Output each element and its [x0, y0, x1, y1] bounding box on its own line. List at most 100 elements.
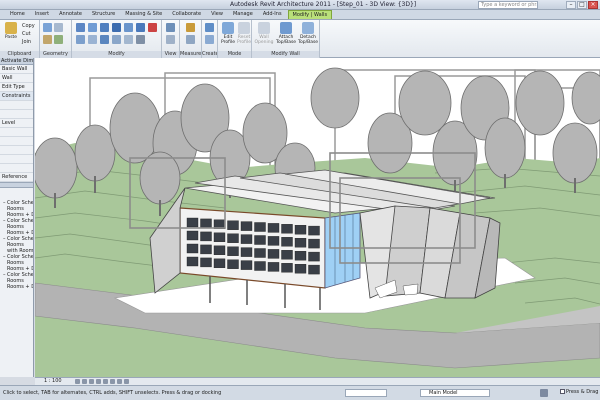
press-drag-checkbox[interactable]	[560, 389, 565, 394]
cut-geometry-icon[interactable]	[54, 23, 63, 32]
facade-window	[227, 259, 239, 269]
rotate-icon[interactable]	[136, 23, 145, 32]
tab-annotate[interactable]: Annotate	[55, 10, 86, 19]
view-control-bar: 1 : 100	[35, 377, 600, 385]
copy-button[interactable]: Copy	[22, 23, 35, 29]
trim-icon[interactable]	[76, 35, 85, 44]
view-panel-label: View	[162, 51, 179, 58]
modify-panel-label: Modify	[72, 51, 161, 58]
design-option-selector[interactable]: Main Model	[420, 389, 490, 397]
prop-row[interactable]	[0, 101, 33, 110]
facade-window	[200, 257, 212, 268]
facade-window	[227, 220, 239, 230]
close-icon[interactable]: ×	[588, 1, 598, 9]
facade-window	[294, 263, 307, 274]
measure-panel: Measure	[180, 20, 202, 58]
type-selector[interactable]: Basic Wall	[0, 65, 33, 74]
tab-home[interactable]: Home	[6, 10, 29, 19]
tab-massing-site[interactable]: Massing & Site	[121, 10, 166, 19]
join-geometry-icon[interactable]	[43, 35, 52, 44]
attach-icon	[280, 22, 292, 34]
reference-row[interactable]: Reference	[0, 173, 33, 182]
crop-view-icon[interactable]	[103, 379, 108, 384]
dimension-icon[interactable]	[186, 35, 195, 44]
shadows-icon[interactable]	[96, 379, 101, 384]
temporary-hide-icon[interactable]	[117, 379, 122, 384]
level-row[interactable]: Level	[0, 119, 33, 128]
tab-insert[interactable]: Insert	[31, 10, 53, 19]
hide-icon[interactable]	[166, 23, 175, 32]
view-panel: View	[162, 20, 180, 58]
join-button[interactable]: Join	[22, 39, 31, 45]
facade-window	[227, 246, 239, 256]
prop-row[interactable]	[0, 110, 33, 119]
split-icon[interactable]	[88, 35, 97, 44]
tab-collaborate[interactable]: Collaborate	[168, 10, 205, 19]
modify-wall-panel-label: Modify Wall	[252, 51, 319, 58]
paste-button[interactable]: Paste	[2, 22, 20, 50]
prop-row[interactable]	[0, 155, 33, 164]
attach-top-base-button[interactable]: Attach Top/Base	[276, 22, 296, 50]
clipboard-panel-label: Clipboard	[0, 51, 39, 58]
facade-window	[281, 263, 293, 273]
detach-top-base-button[interactable]: Detach Top/Base	[298, 22, 318, 50]
mirror-icon[interactable]	[100, 23, 109, 32]
paste-icon	[5, 22, 17, 34]
delete-icon[interactable]	[148, 23, 157, 32]
tab-manage[interactable]: Manage	[229, 10, 257, 19]
move-icon[interactable]	[112, 23, 121, 32]
prop-row[interactable]	[0, 128, 33, 137]
show-crop-icon[interactable]	[110, 379, 115, 384]
align-icon[interactable]	[76, 23, 85, 32]
edit-type-button[interactable]: Edit Type	[0, 83, 33, 92]
facade-window	[227, 233, 239, 243]
3d-viewport[interactable]	[35, 58, 600, 385]
wall-opening-button[interactable]: Wall Opening	[254, 22, 274, 50]
cope-icon[interactable]	[43, 23, 52, 32]
create-similar-icon[interactable]	[205, 23, 214, 32]
view-scale[interactable]: 1 : 100	[44, 378, 62, 385]
constraints-header[interactable]: Constraints	[0, 92, 33, 101]
create-group-icon[interactable]	[205, 35, 214, 44]
unpin-icon[interactable]	[136, 35, 145, 44]
array-icon[interactable]	[100, 35, 109, 44]
measure-icon[interactable]	[186, 23, 195, 32]
override-icon[interactable]	[166, 35, 175, 44]
tab-add-ins[interactable]: Add-Ins	[259, 10, 286, 19]
facade-window	[200, 244, 212, 255]
search-input[interactable]: Type a keyword or phrase	[478, 1, 538, 9]
revit-window: Autodesk Revit Architecture 2011 - [Step…	[0, 0, 600, 400]
facade-window	[240, 247, 253, 257]
copy-element-icon[interactable]	[124, 23, 133, 32]
tab-structure[interactable]: Structure	[88, 10, 119, 19]
tree	[35, 137, 78, 199]
create-panel-label: Create	[202, 51, 217, 58]
maximize-icon[interactable]: □	[577, 1, 587, 9]
detail-level-icon[interactable]	[75, 379, 80, 384]
prop-row[interactable]	[0, 164, 33, 173]
reveal-hidden-icon[interactable]	[124, 379, 129, 384]
visual-style-icon[interactable]	[82, 379, 87, 384]
sun-path-icon[interactable]	[89, 379, 94, 384]
3d-scene[interactable]	[35, 58, 600, 385]
tab-modify-walls[interactable]: Modify | Walls	[287, 10, 333, 19]
prop-row[interactable]	[0, 146, 33, 155]
pin-icon[interactable]	[124, 35, 133, 44]
scale-icon[interactable]	[112, 35, 121, 44]
offset-icon[interactable]	[88, 23, 97, 32]
cut-button[interactable]: Cut	[22, 31, 31, 37]
browser-tree-item[interactable]: Rooms + Dept	[0, 284, 33, 290]
geometry-panel-label: Geometry	[40, 51, 71, 58]
press-drag-toggle[interactable]: Press & Drag	[560, 389, 598, 395]
split-face-icon[interactable]	[54, 35, 63, 44]
create-panel: Create	[202, 20, 218, 58]
minimize-icon[interactable]: –	[566, 1, 576, 9]
facade-window	[186, 230, 199, 241]
facade-window	[213, 232, 226, 243]
filter-icon[interactable]	[540, 389, 548, 397]
workset-selector[interactable]	[345, 389, 387, 397]
tab-view[interactable]: View	[207, 10, 227, 19]
window-title: Autodesk Revit Architecture 2011 - [Step…	[230, 1, 417, 8]
reset-profile-button[interactable]: Reset Profile	[235, 22, 253, 50]
prop-row[interactable]	[0, 137, 33, 146]
